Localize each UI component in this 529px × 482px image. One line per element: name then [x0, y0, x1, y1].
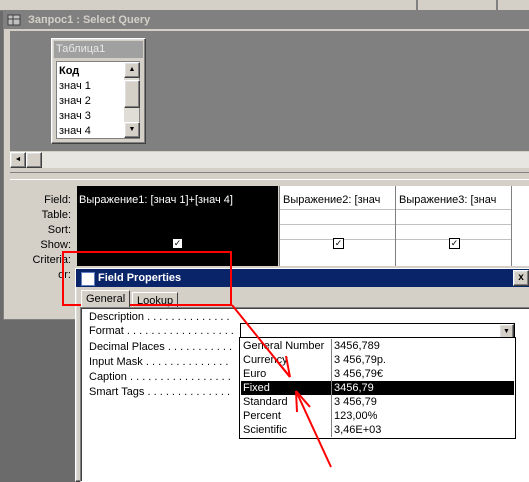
format-option[interactable]: Percent 123,00%: [241, 409, 514, 423]
divider: [496, 0, 498, 10]
property-label-description: Description . . . . . . . . . . . . . .: [89, 311, 230, 323]
scroll-down-icon[interactable]: ▼: [124, 122, 140, 138]
show-checkbox[interactable]: ✓: [333, 238, 344, 249]
tab-lookup[interactable]: Lookup: [132, 292, 179, 308]
grid-cell[interactable]: [396, 190, 511, 210]
field-item[interactable]: знач 4: [59, 125, 91, 138]
close-icon[interactable]: x: [513, 270, 529, 286]
format-option[interactable]: General Number 3456,789: [241, 339, 514, 353]
row-label-table: Table:: [41, 209, 71, 221]
field-properties-titlebar[interactable]: Field Properties x: [76, 269, 529, 287]
show-checkbox[interactable]: ✓: [449, 238, 460, 249]
row-label-or: or:: [58, 269, 71, 281]
grid-column-4[interactable]: [511, 186, 529, 266]
column-field[interactable]: Выражение1: [знач 1]+[знач 4]: [79, 194, 233, 206]
property-label-decimal-places: Decimal Places . . . . . . . . . . .: [89, 341, 233, 353]
field-item[interactable]: знач 1: [59, 80, 91, 93]
property-label-caption: Caption . . . . . . . . . . . . . . . . …: [89, 371, 231, 383]
scroll-thumb[interactable]: [26, 152, 42, 168]
row-label-field: Field:: [44, 194, 71, 206]
field-item[interactable]: Код: [59, 65, 79, 78]
row-label-sort: Sort:: [47, 224, 71, 236]
format-option[interactable]: Currency 3 456,79р.: [241, 353, 514, 367]
format-dropdown-list: General Number 3456,789 Currency 3 456,79р…: [239, 337, 516, 439]
row-label-show: Show:: [40, 239, 71, 251]
scroll-left-icon[interactable]: ◄: [10, 152, 26, 168]
pane-splitter[interactable]: [10, 172, 529, 180]
grid-cell[interactable]: [396, 210, 511, 225]
tab-general[interactable]: General: [81, 290, 131, 307]
scroll-up-icon[interactable]: ▲: [124, 62, 140, 78]
table-name[interactable]: Таблица1: [54, 41, 143, 58]
table-pane-hscrollbar[interactable]: ◄: [10, 152, 529, 168]
grid-column-2[interactable]: Выражение2: [знач ✓: [279, 186, 395, 266]
table-field-list[interactable]: Таблица1 Код знач 1 знач 2 знач 3 знач 4…: [51, 38, 146, 144]
field-item[interactable]: знач 3: [59, 110, 91, 123]
format-option[interactable]: Euro 3 456,79€: [241, 367, 514, 381]
grid-cell[interactable]: [280, 190, 395, 210]
scroll-thumb[interactable]: [124, 80, 140, 108]
field-item[interactable]: знач 2: [59, 95, 91, 108]
divider: [416, 0, 418, 10]
format-option[interactable]: Scientific 3,46E+03: [241, 423, 514, 437]
query-window-titlebar[interactable]: Запрос1 : Select Query: [4, 11, 529, 29]
format-option[interactable]: Standard 3 456,79: [241, 395, 514, 409]
field-properties-title: Field Properties: [98, 272, 182, 284]
property-label-smart-tags: Smart Tags . . . . . . . . . . . . . .: [89, 386, 231, 398]
row-label-criteria: Criteria:: [32, 254, 71, 266]
show-checkbox[interactable]: ✓: [172, 238, 183, 249]
grid-cell[interactable]: [280, 210, 395, 225]
property-label-format: Format . . . . . . . . . . . . . . . . .…: [89, 325, 234, 337]
properties-icon: [81, 272, 95, 286]
grid-column-3[interactable]: Выражение3: [знач ✓: [395, 186, 511, 266]
grid-column-1[interactable]: Выражение1: [знач 1]+[знач 4] ✓: [77, 186, 278, 266]
field-list: Код знач 1 знач 2 знач 3 знач 4 ▲ ▼: [56, 61, 140, 139]
field-list-scrollbar[interactable]: ▲ ▼: [124, 62, 140, 138]
window-title: Запрос1 : Select Query: [28, 14, 151, 26]
format-option-selected[interactable]: Fixed 3456,79: [241, 381, 514, 395]
query-icon: [7, 14, 21, 26]
property-label-input-mask: Input Mask . . . . . . . . . . . . . .: [89, 356, 229, 368]
